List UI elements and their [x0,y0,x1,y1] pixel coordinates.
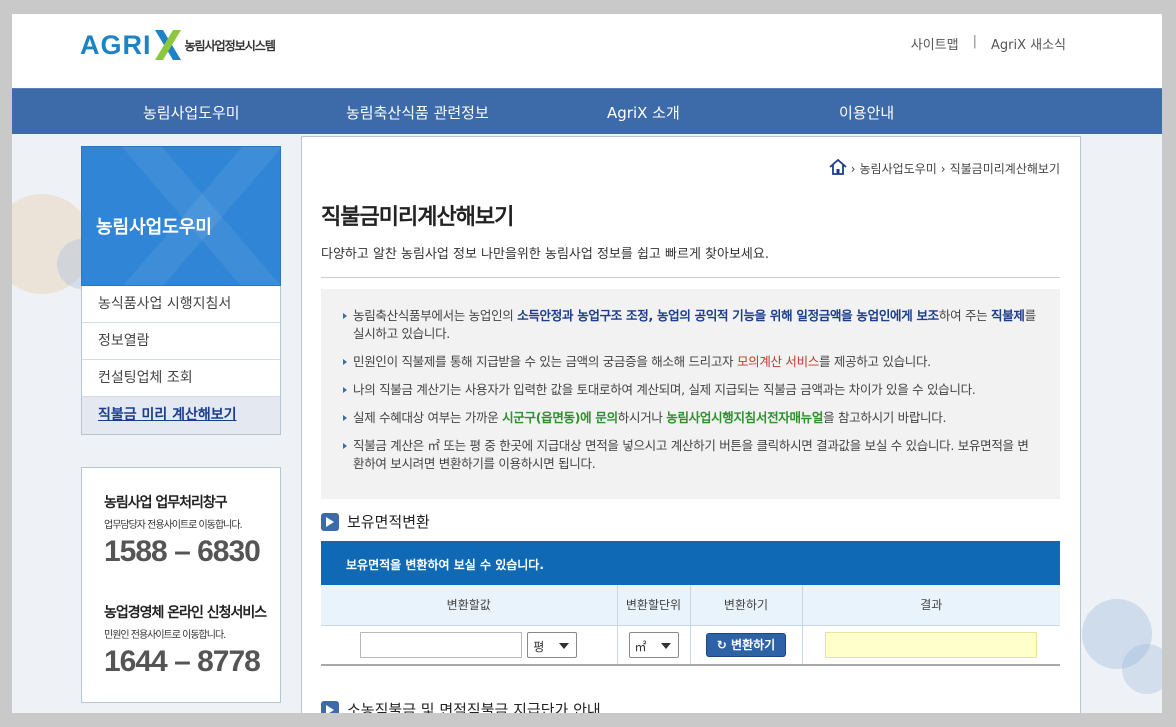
column-header: 변환할값 [321,585,618,626]
convert-button[interactable]: ↻ 변환하기 [705,632,787,657]
convert-table: 변환할값 변환할단위 변환하기 결과 평 ㎡ ↻ 변환하기 [321,585,1060,666]
notice-item: 민원인이 직불제를 통해 지급받을 수 있는 금액의 궁금증을 해소해 드리고자… [343,353,1036,371]
banner-title: 농림사업 업무처리창구 [104,495,228,511]
chevron-right-icon: › [850,161,856,176]
breadcrumb: › 농림사업도우미 › 직불금미리계산해보기 [829,158,1060,178]
logo-text: AGRI [80,29,152,60]
banner-sub: 업무담당자 전용사이트로 이동합니다. [104,520,243,531]
value-cell: 평 [321,625,618,666]
lnb-menu: 농식품사업 시행지침서 정보열람 컨설팅업체 조회 직불금 미리 계산해보기 [81,286,281,435]
decor-circle [1122,644,1162,694]
notice-box: 농림축산식품부에서는 농업인의 소득안정과 농업구조 조정, 농업의 공익적 기… [321,289,1060,499]
gnb-item-helper[interactable]: 농림사업도우미 [143,102,240,123]
result-field [825,631,1038,658]
lnb-title: 농림사업도우미 [96,217,212,238]
arrow-right-icon [321,700,339,713]
global-nav: 농림사업도우미 농림축산식품 관련정보 AgriX 소개 이용안내 [12,88,1162,134]
column-header: 결과 [802,585,1060,626]
banner-online[interactable]: 농업경영체 온라인 신청서비스 민원인 전용사이트로 이동합니다. 1644 –… [104,602,267,679]
utility-links: 사이트맵 | AgriX 새소식 [911,34,1066,53]
section-title: 소농직불금 및 면적직불금 지급단가 안내 [347,701,601,713]
local-nav: 농림사업도우미 농식품사업 시행지침서 정보열람 컨설팅업체 조회 직불금 미리… [81,146,281,435]
lnb-item-calculator[interactable]: 직불금 미리 계산해보기 [82,397,280,434]
column-header: 변환하기 [690,585,803,626]
refresh-icon: ↻ [716,637,732,652]
main-content: › 농림사업도우미 › 직불금미리계산해보기 직불금미리계산해보기 다양하고 알… [301,136,1081,713]
lnb-hero: 농림사업도우미 [81,146,281,286]
banner-title: 농업경영체 온라인 신청서비스 [104,605,267,621]
chevron-right-icon: › [940,161,946,176]
home-icon[interactable] [829,158,847,178]
button-cell: ↻ 변환하기 [690,625,803,666]
lnb-item-consulting[interactable]: 컨설팅업체 조회 [82,360,280,397]
column-header: 변환할단위 [617,585,691,626]
notice-item: 실제 수혜대상 여부는 가까운 시군구(읍면동)에 문의하시거나 농림사업시행지… [343,409,1036,427]
banner-office[interactable]: 농림사업 업무처리창구 업무담당자 전용사이트로 이동합니다. 1588 – 6… [104,492,261,569]
banner-phone: 1588 – 6830 [104,535,261,568]
site-logo[interactable]: AGRI 농림사업정보시스템 [80,26,276,64]
site-header: AGRI 농림사업정보시스템 사이트맵 | AgriX 새소식 [12,14,1162,88]
divider [321,277,1060,278]
page-frame: AGRI 농림사업정보시스템 사이트맵 | AgriX 새소식 농림사업도우미 … [12,14,1162,713]
news-link[interactable]: AgriX 새소식 [991,34,1066,53]
manual-link[interactable]: 농림사업시행지침서전자매뉴얼 [666,410,823,425]
logo-x-mark [153,28,183,62]
lnb-item-info-view[interactable]: 정보열람 [82,323,280,360]
section-heading: 소농직불금 및 면적직불금 지급단가 안내 [321,699,601,713]
banner-phone: 1644 – 8778 [104,645,261,678]
notice-item: 나의 직불금 계산기는 사용자가 입력한 값을 토대로하여 계산되며, 실제 지… [343,381,1036,399]
breadcrumb-item: 직불금미리계산해보기 [949,162,1060,176]
gnb-item-guide[interactable]: 이용안내 [839,102,894,123]
breadcrumb-item[interactable]: 농림사업도우미 [860,160,937,177]
arrow-right-icon [321,512,339,531]
section-title: 보유면적변환 [347,513,430,531]
page-title: 직불금미리계산해보기 [321,205,514,230]
util-separator: | [972,34,977,49]
gnb-item-info[interactable]: 농림축산식품 관련정보 [346,102,489,123]
convert-value-input[interactable] [360,631,523,658]
notice-item: 농림축산식품부에서는 농업인의 소득안정과 농업구조 조정, 농업의 공익적 기… [343,307,1036,343]
sitemap-link[interactable]: 사이트맵 [911,34,959,53]
unit-cell: ㎡ [617,625,691,666]
gnb-item-about[interactable]: AgriX 소개 [607,102,680,123]
result-cell [802,625,1060,666]
banner-sub: 민원인 전용사이트로 이동합니다. [104,630,226,641]
lnb-item-guidebook[interactable]: 농식품사업 시행지침서 [82,286,280,323]
logo-tagline: 농림사업정보시스템 [184,38,276,53]
section-description-bar: 보유면적을 변환하여 보실 수 있습니다. [321,541,1060,585]
page-subtitle: 다양하고 알찬 농림사업 정보 나만을위한 농림사업 정보를 쉽고 빠르게 찾아… [321,247,769,262]
contact-banners: 농림사업 업무처리창구 업무담당자 전용사이트로 이동합니다. 1588 – 6… [81,467,281,703]
from-unit-select[interactable]: 평 [527,631,578,658]
section-heading: 보유면적변환 [321,511,430,532]
notice-item: 직불금 계산은 ㎡ 또는 평 중 한곳에 지급대상 면적을 넣으시고 계산하기 … [343,437,1036,473]
to-unit-select[interactable]: ㎡ [628,631,679,658]
